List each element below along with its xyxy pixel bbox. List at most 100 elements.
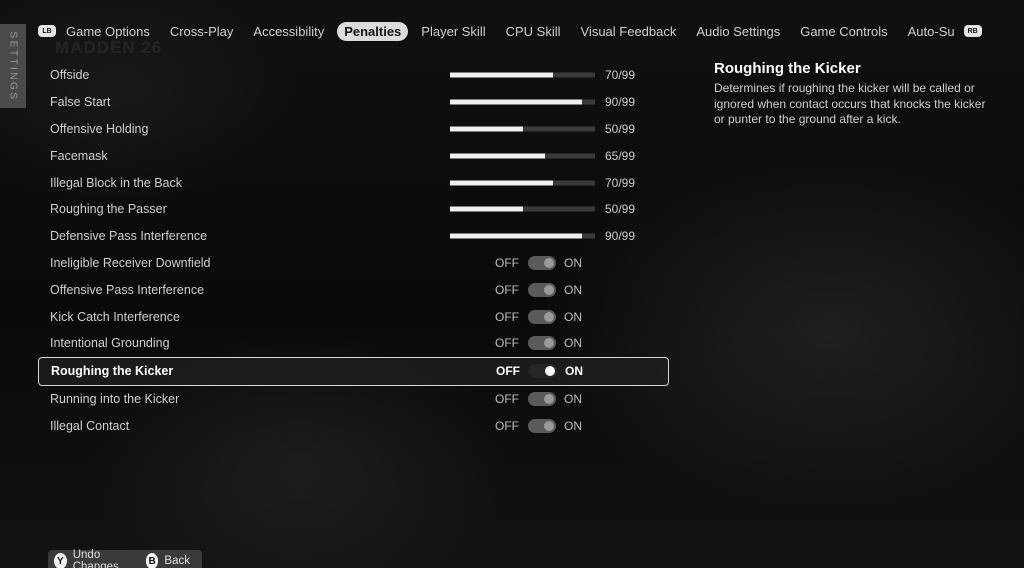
toggle-on-label: ON [564, 255, 582, 270]
toggle-row-opi[interactable]: Offensive Pass Interference OFF ON [38, 276, 669, 303]
setting-label: Ineligible Receiver Downfield [50, 255, 211, 270]
toggle-off-label: OFF [495, 336, 519, 351]
toggle-off-label: OFF [495, 418, 519, 433]
toggle-knob [544, 338, 554, 349]
setting-label: Roughing the Kicker [51, 364, 174, 379]
toggle-switch[interactable] [528, 336, 556, 351]
toggle-off-label: OFF [496, 364, 520, 379]
setting-label: Running into the Kicker [50, 392, 180, 407]
penalty-slider[interactable] [450, 153, 595, 159]
toggle-row-kick-catch[interactable]: Kick Catch Interference OFF ON [38, 303, 669, 330]
back-label[interactable]: Back [164, 555, 190, 567]
y-button-icon[interactable]: Y [54, 553, 67, 568]
tab-auto-sub[interactable]: Auto-Su [901, 22, 962, 41]
slider-row-dpi[interactable]: Defensive Pass Interference 90/99 [38, 223, 669, 250]
penalty-slider[interactable] [450, 180, 595, 186]
description-title: Roughing the Kicker [714, 60, 861, 77]
toggle-switch[interactable] [528, 309, 556, 324]
toggle-switch[interactable] [528, 418, 556, 433]
slider-value: 50/99 [605, 202, 636, 217]
toggle-off-label: OFF [495, 392, 519, 407]
undo-changes-label[interactable]: Undo Changes [73, 549, 134, 568]
toggle-on-label: ON [564, 282, 582, 297]
slider-value: 90/99 [605, 95, 636, 110]
setting-label: Offensive Holding [50, 121, 149, 136]
toggle-knob [545, 366, 555, 377]
slider-row-facemask[interactable]: Facemask 65/99 [38, 142, 669, 169]
toggle-row-ineligible-receiver[interactable]: Ineligible Receiver Downfield OFF ON [38, 250, 669, 277]
toggle-row-roughing-kicker[interactable]: Roughing the Kicker OFF ON [38, 356, 669, 386]
b-button-icon[interactable]: B [145, 553, 159, 568]
slider-fill [450, 72, 553, 78]
tab-accessibility[interactable]: Accessibility [246, 22, 331, 41]
slider-value: 65/99 [605, 148, 636, 163]
tab-game-controls[interactable]: Game Controls [793, 22, 894, 41]
tab-penalties[interactable]: Penalties [337, 21, 409, 41]
toggle-switch[interactable] [528, 392, 556, 407]
toggle-off-label: OFF [495, 282, 519, 297]
footer-button-bar: Y Undo Changes B Back [48, 549, 202, 568]
rb-bumper-icon[interactable]: RB [963, 25, 982, 37]
tab-cpu-skill[interactable]: CPU Skill [499, 22, 568, 41]
slider-fill [450, 180, 553, 186]
slider-fill [450, 233, 582, 239]
penalty-slider[interactable] [450, 126, 595, 132]
toggle-row-running-into-kicker[interactable]: Running into the Kicker OFF ON [38, 386, 669, 413]
slider-value: 70/99 [605, 175, 636, 190]
slider-fill [450, 153, 546, 159]
slider-row-illegal-block[interactable]: Illegal Block in the Back 70/99 [38, 169, 669, 196]
toggle-knob [544, 394, 554, 405]
setting-label: Illegal Contact [50, 418, 130, 433]
tab-player-skill[interactable]: Player Skill [414, 22, 492, 41]
setting-label: Kick Catch Interference [50, 309, 180, 324]
toggle-on-label: ON [565, 364, 583, 379]
slider-fill [450, 99, 582, 105]
toggle-row-illegal-contact[interactable]: Illegal Contact OFF ON [38, 413, 669, 440]
toggle-switch[interactable] [528, 255, 556, 270]
penalty-slider[interactable] [450, 233, 595, 239]
tab-game-options[interactable]: Game Options [59, 22, 157, 41]
toggle-on-label: ON [564, 418, 582, 433]
toggle-on-label: ON [564, 392, 582, 407]
penalty-settings-list: Offside 70/99 False Start 90/99 Offensiv… [38, 62, 669, 439]
slider-row-false-start[interactable]: False Start 90/99 [38, 89, 669, 116]
lb-bumper-icon[interactable]: LB [38, 25, 56, 37]
toggle-switch[interactable] [529, 364, 557, 379]
settings-side-tab-label: SETTINGS [7, 30, 19, 102]
toggle-row-intentional-grounding[interactable]: Intentional Grounding OFF ON [38, 330, 669, 357]
penalty-slider[interactable] [450, 99, 595, 105]
slider-row-offside[interactable]: Offside 70/99 [38, 62, 669, 89]
toggle-on-label: ON [564, 336, 582, 351]
slider-value: 90/99 [605, 229, 636, 244]
tab-visual-feedback[interactable]: Visual Feedback [574, 22, 684, 41]
toggle-knob [544, 311, 554, 322]
tab-cross-play[interactable]: Cross-Play [163, 22, 241, 41]
toggle-knob [544, 420, 554, 431]
slider-row-roughing-passer[interactable]: Roughing the Passer 50/99 [38, 196, 669, 223]
setting-label: Intentional Grounding [50, 336, 170, 351]
setting-label: Illegal Block in the Back [50, 175, 183, 190]
tab-bar: LB Game Options Cross-Play Accessibility… [38, 20, 982, 42]
toggle-off-label: OFF [495, 255, 519, 270]
slider-value: 70/99 [605, 68, 636, 83]
description-body: Determines if roughing the kicker will b… [714, 81, 986, 126]
setting-label: Defensive Pass Interference [50, 229, 208, 244]
toggle-on-label: ON [564, 309, 582, 324]
tab-audio-settings[interactable]: Audio Settings [689, 22, 787, 41]
setting-label: Offside [50, 68, 90, 83]
toggle-switch[interactable] [528, 282, 556, 297]
slider-value: 50/99 [605, 121, 636, 136]
penalty-slider[interactable] [450, 72, 595, 78]
toggle-knob [544, 284, 554, 295]
slider-fill [450, 206, 524, 212]
toggle-knob [544, 257, 554, 268]
penalty-slider[interactable] [450, 206, 595, 212]
slider-fill [450, 126, 524, 132]
toggle-off-label: OFF [495, 309, 519, 324]
setting-label: Roughing the Passer [50, 202, 167, 217]
settings-side-tab[interactable]: SETTINGS [0, 24, 26, 108]
setting-label: Facemask [50, 148, 108, 163]
setting-label: Offensive Pass Interference [50, 282, 205, 297]
slider-row-offensive-holding[interactable]: Offensive Holding 50/99 [38, 116, 669, 143]
description-panel: Roughing the Kicker Determines if roughi… [714, 60, 989, 128]
